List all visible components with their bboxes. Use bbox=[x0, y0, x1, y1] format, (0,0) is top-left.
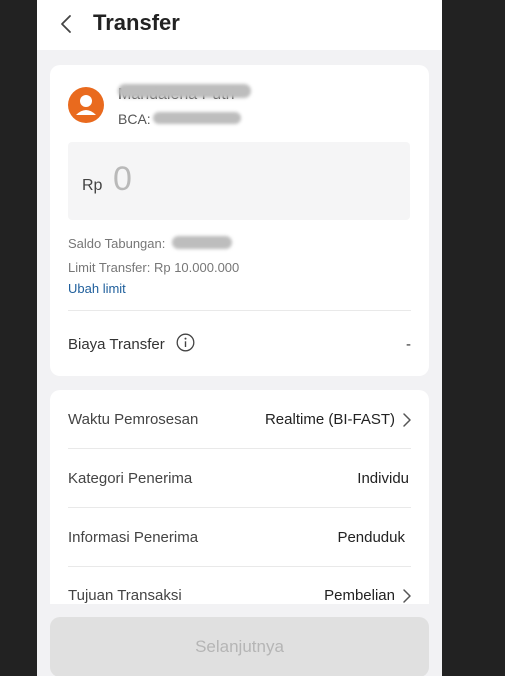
limit-transfer-text: Limit Transfer: Rp 10.000.000 bbox=[68, 260, 240, 275]
user-avatar-icon bbox=[76, 95, 96, 115]
row-processing-time[interactable]: Waktu Pemrosesan Realtime (BI-FAST) bbox=[50, 390, 429, 448]
change-limit-link[interactable]: Ubah limit bbox=[68, 281, 126, 296]
divider bbox=[68, 310, 411, 311]
amount-value: 0 bbox=[113, 160, 132, 198]
row-label: Informasi Penerima bbox=[68, 529, 199, 546]
row-value: Pembelian bbox=[324, 587, 395, 604]
amount-currency: Rp bbox=[82, 177, 103, 194]
fee-label: Biaya Transfer bbox=[68, 336, 165, 353]
phone-screen: Transfer Mandalena Putri BCA: Rp 0 Saldo… bbox=[37, 0, 442, 676]
chevron-right-icon bbox=[401, 588, 413, 604]
next-button[interactable]: Selanjutnya bbox=[50, 617, 429, 676]
bottom-action-bar: Selanjutnya bbox=[37, 604, 442, 676]
row-recipient-info: Informasi Penerima Penduduk bbox=[50, 508, 429, 566]
row-label: Kategori Penerima bbox=[68, 470, 193, 487]
account-redaction bbox=[153, 112, 241, 124]
row-value: Penduduk bbox=[337, 529, 405, 546]
row-value: Individu bbox=[357, 470, 409, 487]
saldo-redaction bbox=[172, 236, 232, 249]
recipient-bank-label: BCA: bbox=[118, 111, 151, 127]
chevron-left-icon bbox=[61, 15, 71, 33]
fee-info-button[interactable] bbox=[176, 333, 195, 352]
row-recipient-category: Kategori Penerima Individu bbox=[50, 449, 429, 507]
row-label: Tujuan Transaksi bbox=[68, 587, 182, 604]
recipient-avatar bbox=[68, 87, 104, 123]
chevron-right-icon bbox=[401, 412, 413, 428]
app-header: Transfer bbox=[37, 0, 442, 50]
transfer-card: Mandalena Putri BCA: Rp 0 Saldo Tabungan… bbox=[50, 65, 429, 376]
row-label: Waktu Pemrosesan bbox=[68, 411, 199, 428]
saldo-label: Saldo Tabungan: bbox=[68, 236, 166, 251]
amount-input[interactable]: Rp 0 bbox=[68, 142, 410, 220]
back-button[interactable] bbox=[55, 12, 79, 36]
info-icon bbox=[176, 333, 195, 352]
name-redaction bbox=[118, 84, 251, 98]
row-value: Realtime (BI-FAST) bbox=[264, 411, 395, 428]
page-title: Transfer bbox=[93, 10, 180, 35]
fee-value: - bbox=[406, 336, 411, 353]
